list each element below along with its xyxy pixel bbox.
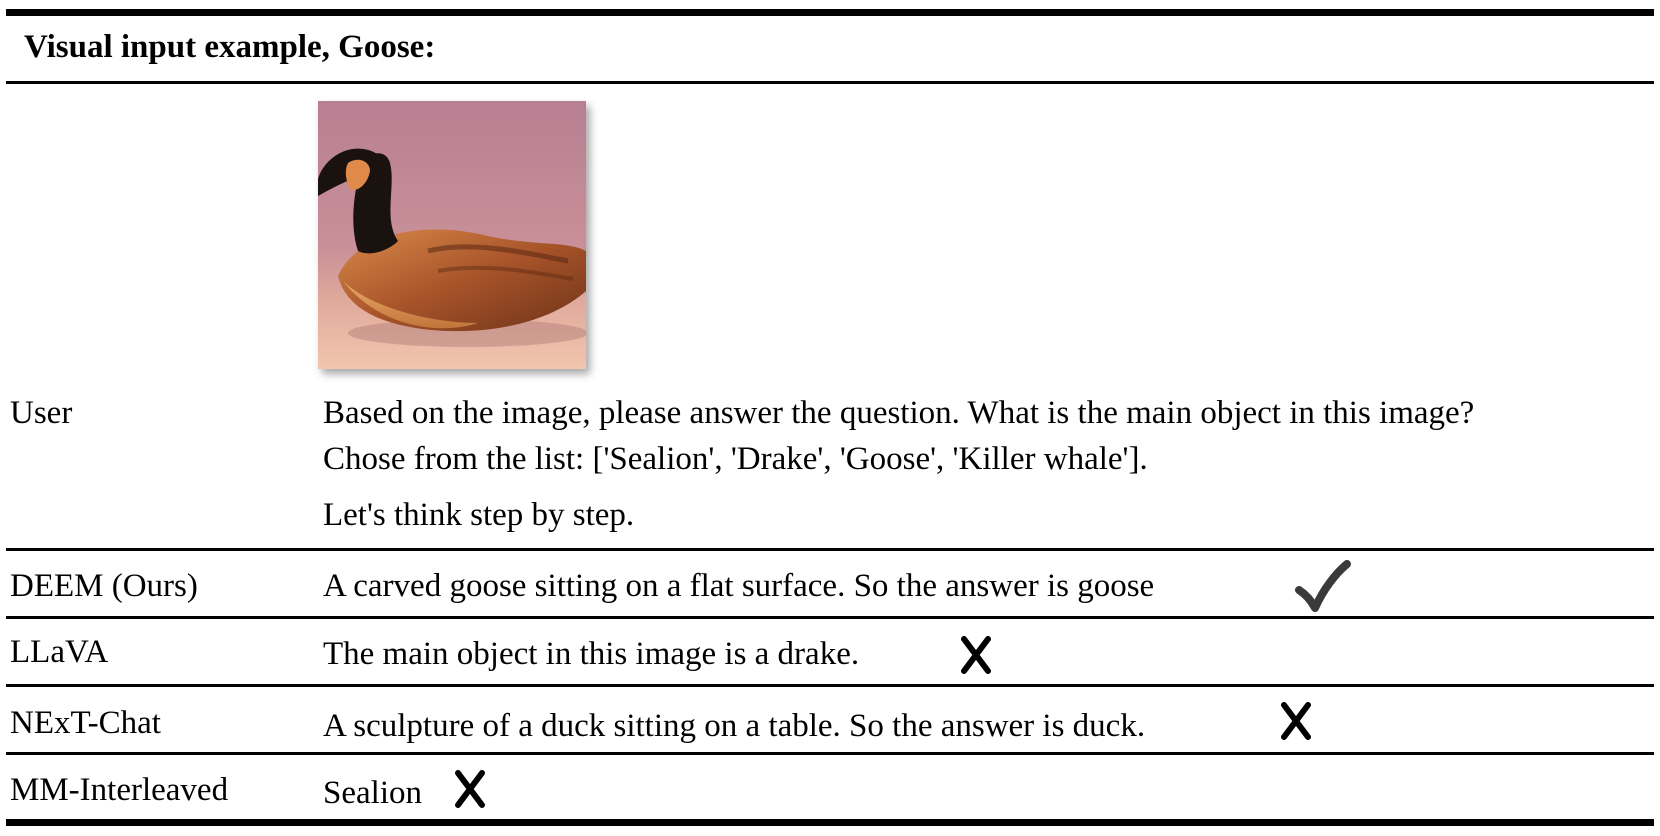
answer-llava: The main object in this image is a drake… (323, 636, 860, 672)
answer-nextchat: A sculpture of a duck sitting on a table… (323, 708, 1146, 744)
model-name-nextchat: NExT-Chat (10, 705, 161, 741)
nextchat-row-rule (6, 752, 1654, 755)
header-rule (6, 81, 1654, 84)
goose-photo (318, 101, 586, 369)
user-prompt-line-3: Let's think step by step. (323, 497, 635, 533)
llava-row-rule (6, 684, 1654, 687)
cross-icon (1281, 702, 1311, 740)
answer-mm-interleaved: Sealion (323, 775, 422, 811)
user-role-label: User (10, 395, 73, 431)
model-name-llava: LLaVA (10, 634, 109, 670)
user-prompt-line-1: Based on the image, please answer the qu… (323, 395, 1475, 431)
answer-deem: A carved goose sitting on a flat surface… (323, 568, 1155, 604)
cross-icon (961, 636, 991, 674)
deem-row-rule (6, 616, 1654, 619)
user-prompt-line-2: Chose from the list: ['Sealion', 'Drake'… (323, 441, 1148, 477)
table-title: Visual input example, Goose: (24, 29, 436, 65)
top-rule (6, 9, 1654, 16)
goose-decoy-image (318, 101, 586, 369)
cross-icon (455, 770, 485, 808)
model-name-mm-interleaved: MM-Interleaved (10, 772, 229, 808)
model-name-deem: DEEM (Ours) (10, 568, 198, 604)
user-row-rule (6, 548, 1654, 551)
bottom-rule (6, 819, 1654, 826)
check-icon (1295, 560, 1351, 612)
